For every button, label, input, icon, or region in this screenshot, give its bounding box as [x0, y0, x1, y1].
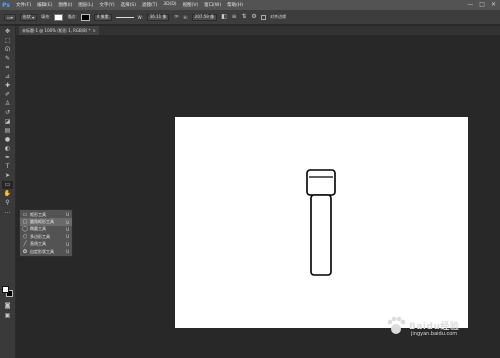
gear-icon[interactable]: ⚙: [251, 14, 257, 20]
quick-mask-icon[interactable]: ◙: [2, 302, 13, 310]
document-canvas[interactable]: [175, 117, 468, 328]
clone-stamp-tool-icon[interactable]: ♙: [2, 100, 13, 108]
menu-3d[interactable]: 3D(D): [163, 2, 176, 8]
align-edges-checkbox[interactable]: [261, 14, 267, 20]
rectangle-icon: ▭▾: [7, 14, 13, 20]
options-bar: ▭▾ 形状 ▾ 填充: 描边: 4 像素 W: 36.11 像 ∞ H: 207…: [0, 10, 500, 25]
flyout-item-line[interactable]: ╱ 直线工具 U: [20, 241, 72, 248]
ellipse-icon: ◯: [22, 226, 28, 233]
flyout-item-rectangle[interactable]: ▭ 矩形工具 U: [20, 211, 72, 218]
path-selection-tool-icon[interactable]: ➤: [2, 172, 13, 180]
move-tool-icon[interactable]: ✥: [2, 28, 13, 36]
menu-bar: Ps 文件(F) 编辑(E) 图像(I) 图层(L) 文字(Y) 选择(S) 滤…: [0, 0, 500, 10]
screen-mode-icon[interactable]: ▣: [2, 312, 13, 320]
blur-tool-icon[interactable]: ●: [2, 136, 13, 144]
document-tab-title: 未标题-1 @ 100% (矩形 1, RGB/8) *: [22, 27, 91, 33]
rounded-rectangle-icon: ▢: [22, 219, 28, 226]
gradient-tool-icon[interactable]: ▤: [2, 127, 13, 135]
menu-edit[interactable]: 编辑(E): [37, 2, 52, 8]
menu-type[interactable]: 文字(Y): [99, 2, 114, 8]
brush-tool-icon[interactable]: ✐: [2, 91, 13, 99]
crop-tool-icon[interactable]: ⌗: [2, 64, 13, 72]
hand-tool-icon[interactable]: ✋: [2, 190, 13, 198]
width-label: W:: [137, 14, 143, 20]
zoom-tool-icon[interactable]: ⚲: [2, 199, 13, 207]
flyout-item-custom-shape[interactable]: ✪ 自定形状工具 U: [20, 248, 72, 255]
menu-image[interactable]: 图像(I): [58, 2, 72, 8]
height-field[interactable]: 207.59 像: [191, 13, 218, 21]
polygon-icon: ⬡: [22, 233, 28, 240]
rectangle-icon: ▭: [22, 211, 28, 218]
line-icon: ╱: [23, 241, 27, 248]
fill-label: 填充:: [41, 14, 51, 19]
fill-swatch[interactable]: [54, 13, 64, 21]
stroke-label: 描边:: [67, 14, 77, 19]
path-arrangement-icon[interactable]: ⇅: [241, 14, 247, 20]
minimize-icon[interactable]: —: [467, 1, 473, 8]
eraser-tool-icon[interactable]: ◪: [2, 118, 13, 126]
color-swatches[interactable]: [2, 286, 14, 298]
close-icon[interactable]: ✕: [491, 1, 496, 8]
width-field[interactable]: 36.11 像: [146, 13, 170, 21]
rectangle-tool-icon[interactable]: ▭: [2, 181, 13, 189]
menu-filter[interactable]: 滤镜(T): [142, 2, 157, 8]
tools-panel: ✥ ⬚ ᘏ ✎ ⌗ ⊿ ✚ ✐ ♙ ↺ ◪ ▤ ● ◐ ✒ T ➤ ▭ ✋ ⚲ …: [0, 26, 16, 358]
quick-select-tool-icon[interactable]: ✎: [2, 55, 13, 63]
type-tool-icon[interactable]: T: [2, 163, 13, 171]
menu-select[interactable]: 选择(S): [121, 2, 136, 8]
menu-help[interactable]: 帮助(H): [227, 2, 243, 8]
align-edges-label: 对齐边缘: [270, 14, 287, 19]
marquee-tool-icon[interactable]: ⬚: [2, 37, 13, 45]
flashlight-shape: [306, 169, 336, 276]
window-controls: — □ ✕: [467, 1, 496, 8]
paw-logo-icon: [387, 316, 406, 334]
path-alignment-icon[interactable]: ≡: [231, 14, 237, 20]
more-tools-icon[interactable]: …: [2, 208, 13, 216]
tab-close-icon[interactable]: ×: [93, 28, 96, 33]
eyedropper-tool-icon[interactable]: ⊿: [2, 73, 13, 81]
link-icon[interactable]: ∞: [173, 14, 179, 20]
healing-brush-tool-icon[interactable]: ✚: [2, 82, 13, 90]
mode-select[interactable]: 形状 ▾: [19, 13, 38, 21]
baidu-watermark: Baidu经验 jingyan.baidu.com: [385, 312, 497, 338]
history-brush-tool-icon[interactable]: ↺: [2, 109, 13, 117]
photoshop-logo-icon: Ps: [2, 1, 10, 9]
stroke-swatch[interactable]: [80, 13, 90, 21]
height-label: H:: [183, 14, 188, 20]
flyout-item-rounded-rectangle[interactable]: ▢ 圆角矩形工具 U: [20, 218, 72, 226]
document-tab[interactable]: 未标题-1 @ 100% (矩形 1, RGB/8) * ×: [19, 26, 99, 35]
menu-file[interactable]: 文件(F): [16, 2, 31, 8]
menu-view[interactable]: 视图(V): [183, 2, 199, 8]
document-tab-bar: 未标题-1 @ 100% (矩形 1, RGB/8) * ×: [16, 26, 500, 35]
stroke-type-picker[interactable]: [115, 16, 134, 18]
menu-layer[interactable]: 图层(L): [78, 2, 93, 8]
custom-shape-icon: ✪: [22, 248, 28, 255]
path-operations-icon[interactable]: ◧: [221, 14, 227, 20]
pen-tool-icon[interactable]: ✒: [2, 154, 13, 162]
shape-tools-flyout: ▭ 矩形工具 U ▢ 圆角矩形工具 U ◯ 椭圆工具 U ⬡ 多边形工具 U ╱…: [19, 209, 73, 257]
tool-preset-picker[interactable]: ▭▾: [4, 13, 16, 21]
lasso-tool-icon[interactable]: ᘏ: [2, 46, 13, 54]
maximize-icon[interactable]: □: [479, 1, 485, 8]
flyout-item-ellipse[interactable]: ◯ 椭圆工具 U: [20, 226, 72, 233]
watermark-url: jingyan.baidu.com: [411, 331, 458, 337]
menu-items: 文件(F) 编辑(E) 图像(I) 图层(L) 文字(Y) 选择(S) 滤镜(T…: [16, 2, 243, 8]
stroke-width-field[interactable]: 4 像素: [93, 13, 112, 21]
foreground-color-swatch[interactable]: [2, 286, 9, 293]
flyout-item-polygon[interactable]: ⬡ 多边形工具 U: [20, 233, 72, 240]
dodge-tool-icon[interactable]: ◐: [2, 145, 13, 153]
menu-window[interactable]: 窗口(W): [204, 2, 221, 8]
